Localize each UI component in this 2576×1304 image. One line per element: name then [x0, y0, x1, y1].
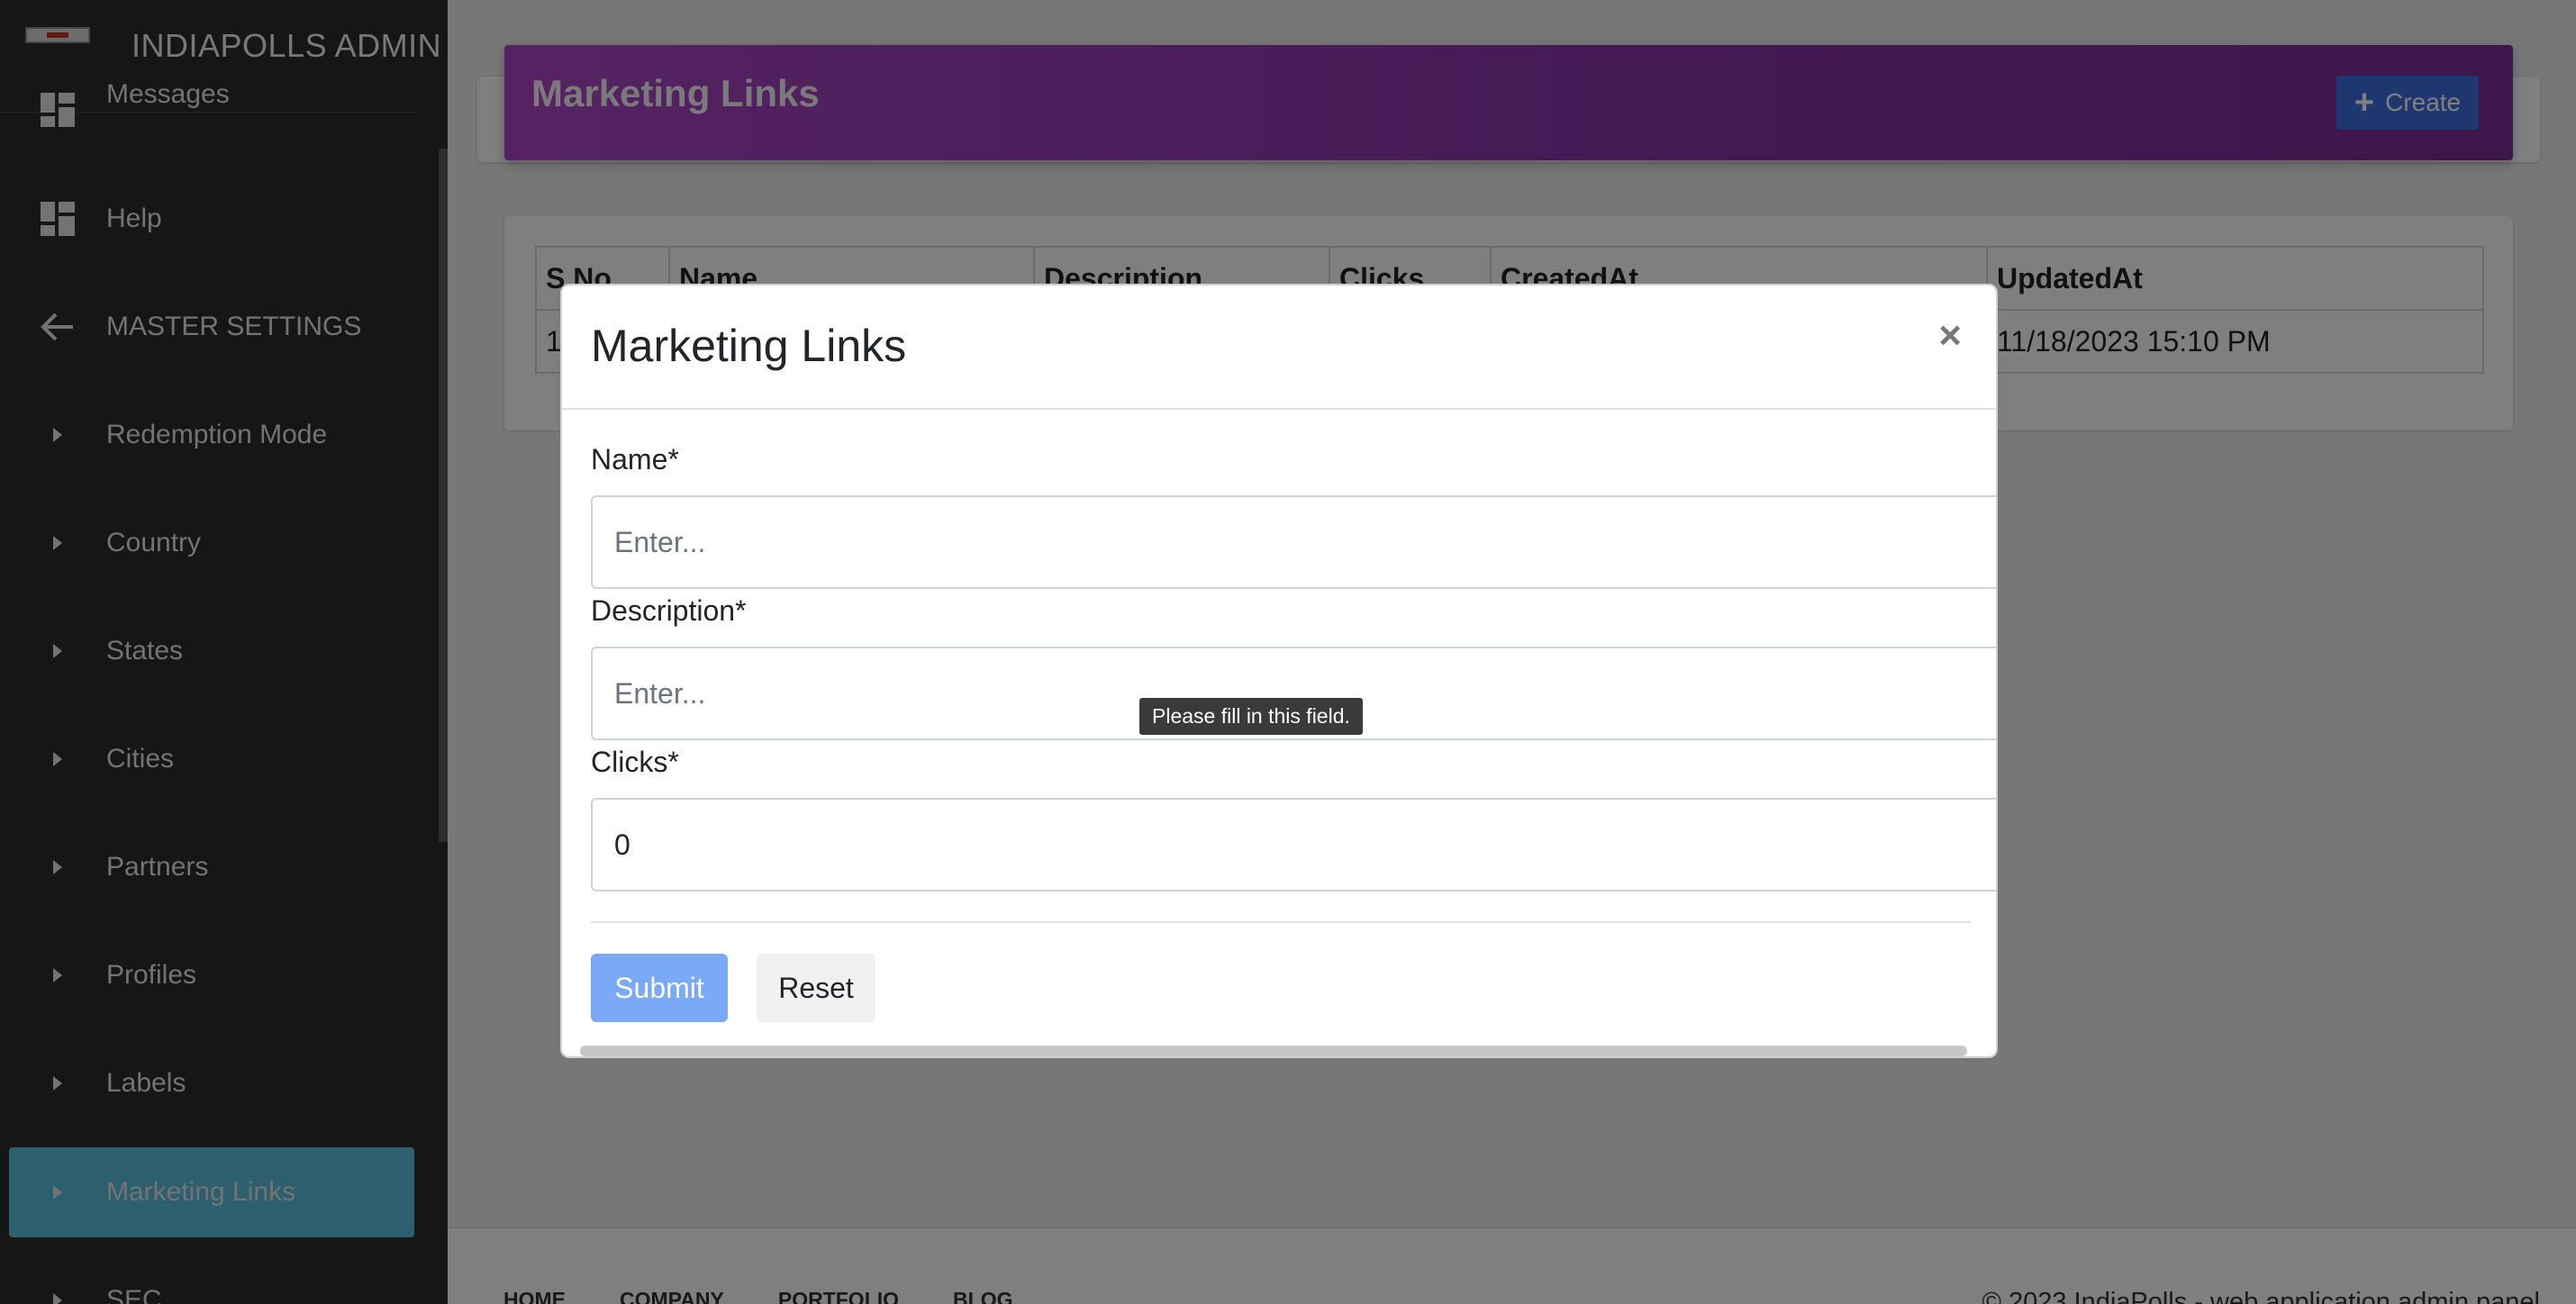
submit-button[interactable]: Submit	[591, 954, 728, 1022]
validation-tooltip: Please fill in this field.	[1139, 698, 1363, 735]
reset-button[interactable]: Reset	[757, 954, 875, 1022]
modal-divider	[591, 921, 1971, 923]
modal-horizontal-scrollbar[interactable]	[580, 1046, 1967, 1056]
clicks-label: Clicks*	[591, 746, 679, 778]
name-field[interactable]	[591, 495, 1996, 589]
name-label: Name*	[591, 443, 679, 475]
close-icon[interactable]: ×	[1938, 316, 1962, 356]
marketing-links-modal: Marketing Links × Name* Description* Ple…	[560, 284, 1998, 1058]
modal-title: Marketing Links	[591, 321, 907, 371]
modal-divider	[562, 408, 1996, 410]
clicks-field[interactable]	[591, 798, 1996, 892]
description-label: Description*	[591, 594, 747, 627]
